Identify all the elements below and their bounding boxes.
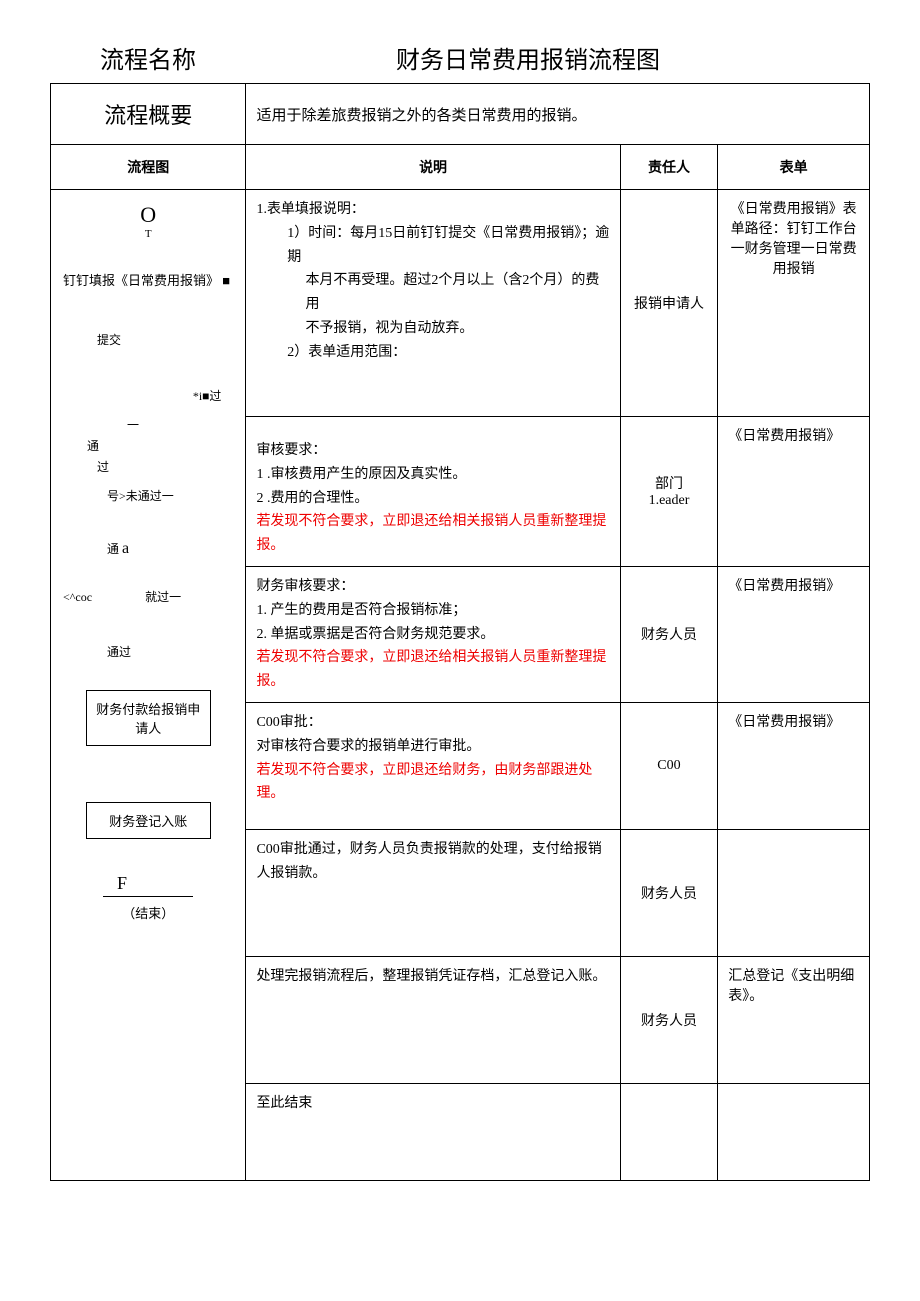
row1-desc: 1.表单填报说明： 1）时间：每月15日前钉钉提交《日常费用报销》；逾期 本月不… — [246, 190, 620, 417]
flow-square-icon: ■ — [222, 273, 230, 288]
r2-l1: 1 .审核费用产生的原因及真实性。 — [256, 463, 609, 487]
row3-resp: 财务人员 — [620, 566, 718, 702]
col-header-form: 表单 — [718, 145, 870, 190]
r1-l1: 1）时间：每月15日前钉钉提交《日常费用报销》；逾期 — [287, 222, 609, 270]
col-header-desc: 说明 — [246, 145, 620, 190]
row2-desc: 审核要求： 1 .审核费用产生的原因及真实性。 2 .费用的合理性。 若发现不符… — [246, 417, 620, 567]
flow-f-mark: F — [57, 873, 239, 894]
row6-resp: 财务人员 — [620, 956, 718, 1083]
r1-l2: 本月不再受理。超过2个月以上（含2个月）的费用 — [305, 269, 609, 317]
row6-form: 汇总登记《支出明细表》。 — [718, 956, 870, 1083]
r1-l0: 1.表单填报说明： — [256, 198, 609, 222]
flow-register-box: 财务登记入账 — [86, 802, 211, 839]
flowchart-cell: O T 钉钉填报《日常费用报销》 ■ 提交 *i■过 一 通 过 号>未通过一 … — [51, 190, 246, 1181]
row1-form: 《日常费用报销》表单路径：钉钉工作台一财务管理一日常费用报销 — [718, 190, 870, 417]
r4-l2: 若发现不符合要求，立即退还给财务，由财务部跟进处理。 — [256, 759, 609, 807]
r4-l0: C00审批： — [256, 711, 609, 735]
row5-form — [718, 829, 870, 956]
r4-l1: 对审核符合要求的报销单进行审批。 — [256, 735, 609, 759]
flow-t-mark: T — [57, 228, 239, 240]
flow-submit: 提交 — [57, 331, 239, 348]
r2-l0: 审核要求： — [256, 439, 609, 463]
overview-value: 适用于除差旅费报销之外的各类日常费用的报销。 — [246, 84, 870, 145]
row3-desc: 财务审核要求： 1. 产生的费用是否符合报销标准； 2. 单据或票据是否符合财务… — [246, 566, 620, 702]
row7-form — [718, 1083, 870, 1180]
flow-tong-a: 通 — [107, 542, 119, 556]
flow-end: （结束） — [57, 903, 239, 922]
row5-desc: C00审批通过，财务人员负责报销款的处理，支付给报销人报销款。 — [246, 829, 620, 956]
r1-l3: 不予报销，视为自动放弃。 — [305, 317, 609, 341]
row3-form: 《日常费用报销》 — [718, 566, 870, 702]
row7-desc: 至此结束 — [246, 1083, 620, 1180]
flow-not-pass: 号>未通过一 — [57, 487, 239, 504]
r5-l0: C00审批通过，财务人员负责报销款的处理，支付给报销人报销款。 — [256, 838, 609, 886]
row1-resp: 报销申请人 — [620, 190, 718, 417]
flow-just-pass: 就过一 — [145, 590, 181, 604]
flow-pass2: 通过 — [57, 643, 239, 660]
flow-star-i: *i — [193, 389, 202, 403]
r3-l1: 1. 产生的费用是否符合报销标准； — [256, 599, 609, 623]
r2-l3: 若发现不符合要求，立即退还给相关报销人员重新整理提报。 — [256, 510, 609, 558]
flow-pass1: 通 — [57, 437, 239, 454]
r3-l3: 若发现不符合要求，立即退还给相关报销人员重新整理提报。 — [256, 646, 609, 694]
row2-form: 《日常费用报销》 — [718, 417, 870, 567]
flow-pay-box: 财务付款给报销申请人 — [86, 690, 211, 746]
flow-a-letter: a — [122, 540, 129, 557]
r3-l2: 2. 单据或票据是否符合财务规范要求。 — [256, 623, 609, 647]
col-header-flow: 流程图 — [51, 145, 246, 190]
flow-dash: 一 — [57, 416, 239, 433]
process-table: 流程概要 适用于除差旅费报销之外的各类日常费用的报销。 流程图 说明 责任人 表… — [50, 83, 870, 1181]
r6-l0: 处理完报销流程后，整理报销凭证存档，汇总登记入账。 — [256, 965, 609, 989]
flow-pass-small: 过 — [209, 389, 221, 403]
page-title: 财务日常费用报销流程图 — [396, 40, 660, 75]
flow-start-icon: O — [57, 202, 239, 228]
page-header: 流程名称 财务日常费用报销流程图 — [50, 40, 870, 75]
flow-coc: <^coc — [63, 590, 92, 604]
r1-l4: 2）表单适用范围： — [287, 341, 609, 365]
r3-l0: 财务审核要求： — [256, 575, 609, 599]
r7-l0: 至此结束 — [256, 1092, 609, 1116]
row2-resp: 部门 1.eader — [620, 417, 718, 567]
col-header-resp: 责任人 — [620, 145, 718, 190]
row6-desc: 处理完报销流程后，整理报销凭证存档，汇总登记入账。 — [246, 956, 620, 1083]
flow-pass1b: 过 — [57, 458, 239, 475]
process-name-label: 流程名称 — [100, 40, 196, 75]
r2-l2: 2 .费用的合理性。 — [256, 487, 609, 511]
row4-resp: C00 — [620, 702, 718, 829]
flow-fill-form: 钉钉填报《日常费用报销》 — [63, 273, 219, 288]
row5-resp: 财务人员 — [620, 829, 718, 956]
row7-resp — [620, 1083, 718, 1180]
overview-label: 流程概要 — [51, 84, 246, 145]
row4-desc: C00审批： 对审核符合要求的报销单进行审批。 若发现不符合要求，立即退还给财务… — [246, 702, 620, 829]
row4-form: 《日常费用报销》 — [718, 702, 870, 829]
